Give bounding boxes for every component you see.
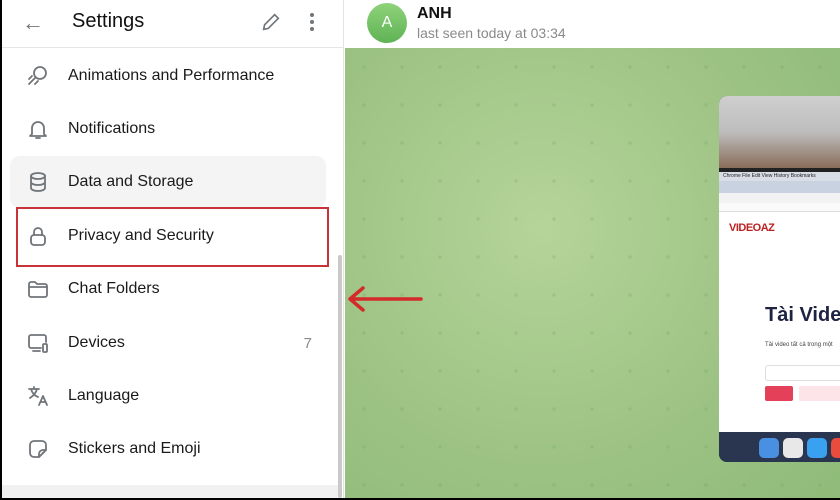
settings-header: ← Settings (2, 0, 344, 48)
bell-icon (29, 121, 47, 139)
finder-icon (759, 438, 779, 458)
chrome-icon (831, 438, 840, 458)
photo-top (719, 96, 840, 168)
animations-icon (28, 66, 47, 85)
page-heading: Tài Video (765, 304, 840, 326)
bookmarks-bar (719, 203, 840, 212)
translate-icon (28, 386, 48, 406)
paste-button (799, 386, 840, 401)
sidebar-scrollbar[interactable] (338, 255, 342, 498)
settings-item-stickers-emoji[interactable]: Stickers and Emoji (10, 423, 326, 475)
folder-icon (28, 281, 48, 298)
next-item-partial (2, 485, 338, 498)
mac-menubar: Chrome File Edit View History Bookmarks (719, 172, 840, 181)
sticker-icon (29, 440, 47, 458)
browser-urlbar (719, 193, 840, 203)
telegram-window: ← Settings Animations and Performance No… (2, 0, 840, 498)
page-subtext: Tải video tất cả trong một (765, 342, 833, 348)
page-title: Settings (72, 10, 145, 32)
highlight-annotation-box (16, 207, 329, 267)
settings-item-data-storage[interactable]: Data and Storage (10, 156, 326, 208)
image-message[interactable]: Chrome File Edit View History Bookmarks … (719, 96, 840, 462)
chat-name: ANH (417, 5, 452, 22)
devices-count: 7 (303, 334, 312, 352)
launchpad-icon (783, 438, 803, 458)
red-arrow-annotation-icon (348, 286, 423, 312)
devices-icon (28, 334, 48, 353)
settings-item-notifications[interactable]: Notifications (10, 103, 326, 155)
last-seen-status: last seen today at 03:34 (417, 25, 566, 41)
url-input (765, 365, 840, 381)
more-options-icon[interactable] (302, 11, 322, 33)
chat-panel: A ANH last seen today at 03:34 Chrome Fi… (345, 0, 840, 498)
web-page: VIDEOAZ Tài Video Tải video tất cả trong… (719, 212, 840, 432)
mac-dock (719, 432, 840, 462)
browser-tabs (719, 181, 840, 193)
avatar[interactable]: A (367, 3, 407, 43)
chat-background: Chrome File Edit View History Bookmarks … (345, 48, 840, 498)
chat-header[interactable]: A ANH last seen today at 03:34 (345, 0, 840, 48)
settings-item-animations[interactable]: Animations and Performance (10, 50, 326, 102)
back-arrow-icon[interactable]: ← (22, 10, 44, 36)
database-icon (30, 172, 46, 192)
settings-item-devices[interactable]: Devices 7 (10, 317, 326, 369)
settings-item-chat-folders[interactable]: Chat Folders (10, 263, 326, 315)
safari-icon (807, 438, 827, 458)
edit-pencil-icon[interactable] (260, 11, 282, 33)
download-button (765, 386, 793, 401)
site-logo: VIDEOAZ (729, 222, 775, 234)
settings-sidebar: ← Settings Animations and Performance No… (2, 0, 344, 498)
settings-item-language[interactable]: Language (10, 370, 326, 422)
